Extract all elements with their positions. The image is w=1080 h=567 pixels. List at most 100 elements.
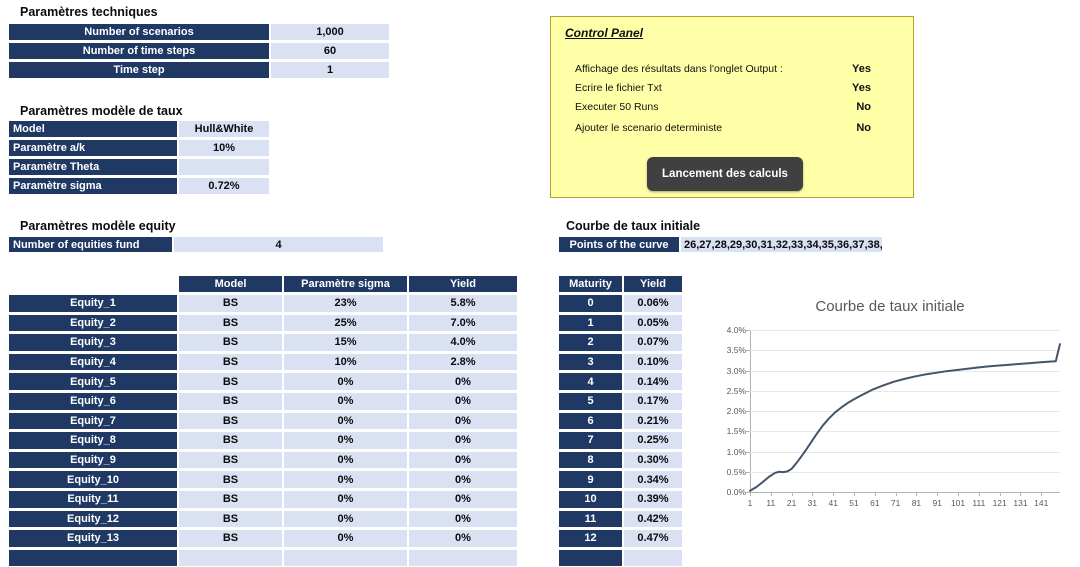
equity-row-clipped-cell[interactable] bbox=[178, 548, 283, 567]
control-panel-option-label: Ajouter le scenario deterministe bbox=[575, 122, 723, 134]
equity-row-sigma[interactable]: 0% bbox=[283, 431, 408, 450]
equity-row-model[interactable]: BS bbox=[178, 509, 283, 529]
curve-row-yield[interactable]: 0.47% bbox=[623, 529, 683, 548]
equity-row-yield[interactable]: 0% bbox=[408, 509, 518, 529]
equity-row-model[interactable]: BS bbox=[178, 431, 283, 450]
chart-y-tick-label: 3.0% bbox=[726, 365, 746, 376]
equity-row-yield[interactable]: 7.0% bbox=[408, 313, 518, 333]
chart-x-tick-mark bbox=[978, 492, 980, 496]
curve-row-maturity: 12 bbox=[558, 529, 623, 548]
curve-row-maturity: 2 bbox=[558, 333, 623, 352]
equity-row-sigma[interactable]: 0% bbox=[283, 372, 408, 391]
equity-row-yield[interactable]: 5.8% bbox=[408, 294, 518, 313]
curve-row-clipped-cell[interactable] bbox=[623, 548, 683, 567]
equity-row-yield[interactable]: 0% bbox=[408, 450, 518, 470]
equity-row-model[interactable]: BS bbox=[178, 372, 283, 391]
technical-row-value[interactable]: 60 bbox=[270, 42, 390, 60]
equity-row-name: Equity_8 bbox=[8, 431, 178, 450]
control-panel-option-row: Executer 50 Runs No bbox=[575, 101, 895, 119]
equity-row-sigma[interactable]: 0% bbox=[283, 529, 408, 548]
equity-row-model[interactable]: BS bbox=[178, 529, 283, 548]
technical-row-label: Number of scenarios bbox=[8, 23, 270, 41]
curve-row-yield[interactable]: 0.30% bbox=[623, 450, 683, 470]
chart-x-tick-mark bbox=[937, 492, 939, 496]
equity-row-yield[interactable]: 0% bbox=[408, 470, 518, 489]
chart-x-tick-mark bbox=[895, 492, 897, 496]
technical-row-value[interactable]: 1 bbox=[270, 61, 390, 79]
rate-model-row-value[interactable]: 10% bbox=[178, 139, 270, 157]
rate-model-row-value[interactable]: Hull&White bbox=[178, 120, 270, 138]
run-calculations-button[interactable]: Lancement des calculs bbox=[647, 157, 803, 191]
curve-row-yield[interactable]: 0.14% bbox=[623, 372, 683, 391]
equity-row-sigma[interactable]: 15% bbox=[283, 333, 408, 352]
control-panel-option-label: Ecrire le fichier Txt bbox=[575, 82, 662, 94]
equity-row-model[interactable]: BS bbox=[178, 450, 283, 470]
equity-row-sigma[interactable]: 23% bbox=[283, 294, 408, 313]
control-panel-option-value[interactable]: Yes bbox=[852, 63, 871, 75]
equity-row-model[interactable]: BS bbox=[178, 490, 283, 509]
equity-column-header: Yield bbox=[408, 275, 518, 293]
equity-row-sigma[interactable]: 25% bbox=[283, 313, 408, 333]
curve-row-yield[interactable]: 0.34% bbox=[623, 470, 683, 489]
equity-row-yield[interactable]: 0% bbox=[408, 490, 518, 509]
equity-row-yield[interactable]: 0% bbox=[408, 411, 518, 431]
equity-row-sigma[interactable]: 0% bbox=[283, 490, 408, 509]
equity-row-name: Equity_10 bbox=[8, 470, 178, 489]
chart-x-tick-mark bbox=[750, 492, 751, 496]
curve-row-yield[interactable]: 0.39% bbox=[623, 490, 683, 509]
equity-row-sigma[interactable]: 0% bbox=[283, 470, 408, 489]
equity-row-yield[interactable]: 0% bbox=[408, 529, 518, 548]
equity-column-header: Paramètre sigma bbox=[283, 275, 408, 293]
curve-row-yield[interactable]: 0.05% bbox=[623, 313, 683, 333]
equity-row-sigma[interactable]: 0% bbox=[283, 509, 408, 529]
equity-count-value[interactable]: 4 bbox=[173, 236, 384, 253]
curve-row-clipped bbox=[558, 548, 623, 567]
equity-row-sigma[interactable]: 0% bbox=[283, 392, 408, 411]
equity-row-model[interactable]: BS bbox=[178, 411, 283, 431]
curve-row-yield[interactable]: 0.06% bbox=[623, 294, 683, 313]
equity-row-sigma[interactable]: 0% bbox=[283, 411, 408, 431]
technical-row-value[interactable]: 1,000 bbox=[270, 23, 390, 41]
control-panel-option-value[interactable]: No bbox=[856, 122, 871, 134]
curve-row-maturity: 5 bbox=[558, 392, 623, 411]
rate-model-row-value[interactable]: 0.72% bbox=[178, 177, 270, 195]
control-panel-option-label: Affichage des résultats dans l'onglet Ou… bbox=[575, 63, 783, 75]
equity-row-yield[interactable]: 2.8% bbox=[408, 352, 518, 372]
points-of-curve-value[interactable]: 26,27,28,29,30,31,32,33,34,35,36,37,38,3 bbox=[680, 236, 883, 253]
curve-row-maturity: 11 bbox=[558, 509, 623, 529]
equity-row-clipped-cell[interactable] bbox=[283, 548, 408, 567]
equity-row-sigma[interactable]: 10% bbox=[283, 352, 408, 372]
equity-row-model[interactable]: BS bbox=[178, 333, 283, 352]
chart-x-tick-mark bbox=[770, 492, 772, 496]
curve-row-yield[interactable]: 0.21% bbox=[623, 411, 683, 431]
equity-row-yield[interactable]: 0% bbox=[408, 392, 518, 411]
curve-row-yield[interactable]: 0.10% bbox=[623, 352, 683, 372]
curve-row-yield[interactable]: 0.42% bbox=[623, 509, 683, 529]
chart-y-tick-label: 3.5% bbox=[726, 345, 746, 356]
equity-row-model[interactable]: BS bbox=[178, 392, 283, 411]
equity-model-title: Paramètres modèle equity bbox=[20, 219, 176, 233]
equity-row-yield[interactable]: 4.0% bbox=[408, 333, 518, 352]
equity-row-name: Equity_9 bbox=[8, 450, 178, 470]
spreadsheet-canvas: Paramètres techniques Number of scenario… bbox=[0, 0, 1080, 567]
rate-model-row-value[interactable] bbox=[178, 158, 270, 176]
chart-x-tick-mark bbox=[854, 492, 856, 496]
curve-row-yield[interactable]: 0.25% bbox=[623, 431, 683, 450]
equity-row-yield[interactable]: 0% bbox=[408, 372, 518, 391]
curve-row-maturity: 0 bbox=[558, 294, 623, 313]
control-panel-option-value[interactable]: Yes bbox=[852, 82, 871, 94]
chart-y-tick-label: 1.5% bbox=[726, 426, 746, 437]
curve-row-yield[interactable]: 0.17% bbox=[623, 392, 683, 411]
equity-row-clipped-cell[interactable] bbox=[408, 548, 518, 567]
equity-row-model[interactable]: BS bbox=[178, 470, 283, 489]
technical-params-title: Paramètres techniques bbox=[20, 5, 158, 19]
equity-row-model[interactable]: BS bbox=[178, 313, 283, 333]
equity-row-yield[interactable]: 0% bbox=[408, 431, 518, 450]
equity-row-model[interactable]: BS bbox=[178, 352, 283, 372]
control-panel-option-value[interactable]: No bbox=[856, 101, 871, 113]
curve-row-yield[interactable]: 0.07% bbox=[623, 333, 683, 352]
equity-row-name: Equity_12 bbox=[8, 509, 178, 529]
chart-y-tick-label: 4.0% bbox=[726, 325, 746, 335]
equity-row-sigma[interactable]: 0% bbox=[283, 450, 408, 470]
equity-row-model[interactable]: BS bbox=[178, 294, 283, 313]
